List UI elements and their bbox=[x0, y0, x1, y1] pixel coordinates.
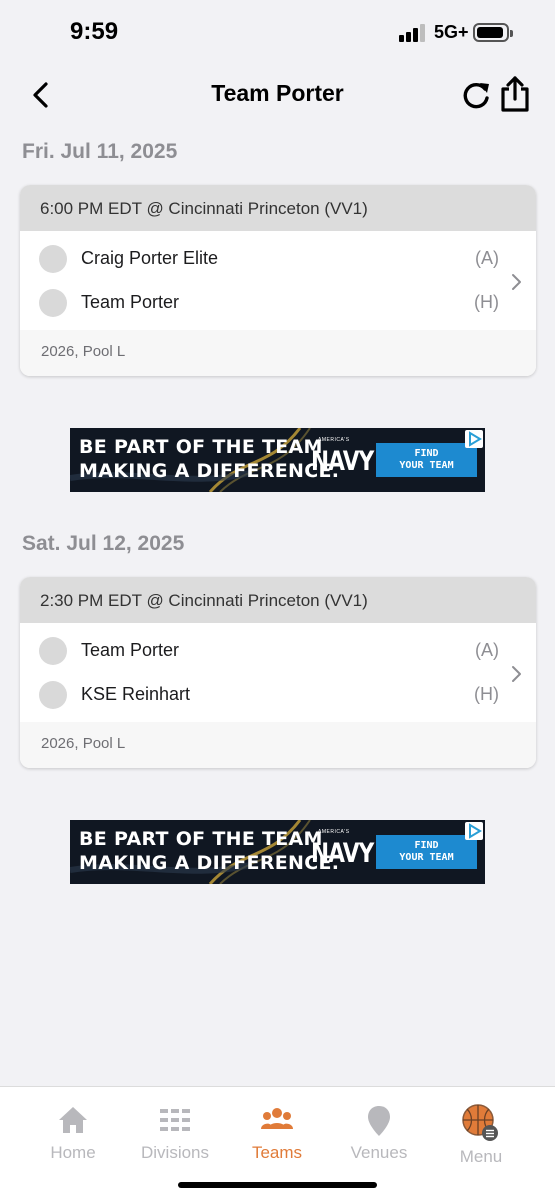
tab-venues[interactable]: Venues bbox=[329, 1105, 429, 1167]
team-logo-placeholder bbox=[39, 245, 67, 273]
status-bar: 9:59 5G+ bbox=[0, 0, 555, 66]
cellular-signal-icon bbox=[399, 24, 429, 42]
game-time-location: 2:30 PM EDT @ Cincinnati Princeton (VV1) bbox=[20, 577, 536, 623]
ad-headline-1: BE PART OF THE TEAM bbox=[79, 828, 323, 850]
game-card[interactable]: 6:00 PM EDT @ Cincinnati Princeton (VV1)… bbox=[20, 185, 536, 376]
date-header: Sat. Jul 12, 2025 bbox=[22, 532, 185, 555]
ad-brand-tagline: AMERICA'S bbox=[318, 437, 350, 443]
location-pin-icon bbox=[368, 1106, 390, 1136]
chevron-left-icon bbox=[33, 82, 48, 108]
ad-brand: NAVY bbox=[311, 838, 374, 869]
team-logo-placeholder bbox=[39, 289, 67, 317]
tab-menu[interactable]: Menu bbox=[431, 1104, 531, 1167]
status-time: 9:59 bbox=[70, 18, 119, 45]
team-logo-placeholder bbox=[39, 637, 67, 665]
ad-cta-button[interactable]: FIND YOUR TEAM bbox=[376, 835, 477, 869]
people-icon bbox=[261, 1108, 293, 1129]
team-row: Team Porter (H) bbox=[20, 275, 536, 319]
ad-choices-icon[interactable] bbox=[465, 430, 483, 448]
home-indicator bbox=[178, 1182, 377, 1188]
basketball-menu-icon bbox=[462, 1104, 498, 1141]
tab-label: Home bbox=[50, 1143, 96, 1162]
ad-headline-2: MAKING A DIFFERENCE. bbox=[79, 852, 340, 874]
ad-cta-button[interactable]: FIND YOUR TEAM bbox=[376, 443, 477, 477]
back-button[interactable] bbox=[26, 78, 60, 112]
tab-label: Teams bbox=[251, 1143, 303, 1162]
team-name: KSE Reinhart bbox=[81, 684, 191, 704]
team-side-badge: (A) bbox=[475, 248, 499, 268]
battery-icon bbox=[473, 23, 513, 42]
team-name: Team Porter bbox=[81, 640, 180, 660]
ad-banner[interactable]: BE PART OF THE TEAM MAKING A DIFFERENCE.… bbox=[70, 820, 485, 884]
team-row: Team Porter (A) bbox=[20, 623, 536, 667]
ad-cta-line-1: FIND bbox=[414, 448, 439, 459]
pool-label: 2026, Pool L bbox=[20, 722, 536, 768]
share-button[interactable] bbox=[497, 74, 533, 114]
ad-cta-line-2: YOUR TEAM bbox=[399, 852, 454, 863]
game-card[interactable]: 2:30 PM EDT @ Cincinnati Princeton (VV1)… bbox=[20, 577, 536, 768]
team-logo-placeholder bbox=[39, 681, 67, 709]
chevron-right-icon bbox=[512, 666, 521, 682]
tab-label: Menu bbox=[459, 1147, 503, 1166]
ad-headline-1: BE PART OF THE TEAM bbox=[79, 436, 323, 458]
tab-label: Venues bbox=[350, 1143, 408, 1162]
team-row: KSE Reinhart (H) bbox=[20, 667, 536, 711]
ad-headline-2: MAKING A DIFFERENCE. bbox=[79, 460, 340, 482]
ad-cta-line-2: YOUR TEAM bbox=[399, 460, 454, 471]
ad-brand: NAVY bbox=[311, 446, 374, 477]
ad-brand-tagline: AMERICA'S bbox=[318, 829, 350, 835]
home-icon bbox=[59, 1107, 87, 1133]
pool-label: 2026, Pool L bbox=[20, 330, 536, 376]
refresh-icon bbox=[463, 82, 489, 109]
chevron-right-icon bbox=[512, 274, 521, 290]
team-name: Craig Porter Elite bbox=[81, 248, 219, 268]
ad-choices-icon[interactable] bbox=[465, 822, 483, 840]
network-label: 5G+ bbox=[434, 22, 469, 42]
refresh-button[interactable] bbox=[460, 78, 494, 112]
list-icon bbox=[160, 1109, 190, 1131]
tab-divisions[interactable]: Divisions bbox=[125, 1105, 225, 1167]
nav-bar: Team Porter bbox=[0, 66, 555, 126]
team-name: Team Porter bbox=[81, 292, 180, 312]
tab-home[interactable]: Home bbox=[23, 1105, 123, 1167]
game-time-location: 6:00 PM EDT @ Cincinnati Princeton (VV1) bbox=[20, 185, 536, 231]
team-side-badge: (H) bbox=[474, 684, 499, 704]
tab-teams[interactable]: Teams bbox=[227, 1105, 327, 1167]
team-side-badge: (H) bbox=[474, 292, 499, 312]
share-icon bbox=[501, 76, 529, 112]
team-side-badge: (A) bbox=[475, 640, 499, 660]
ad-cta-line-1: FIND bbox=[414, 840, 439, 851]
date-header: Fri. Jul 11, 2025 bbox=[22, 140, 178, 163]
team-row: Craig Porter Elite (A) bbox=[20, 231, 536, 275]
tab-label: Divisions bbox=[140, 1143, 210, 1162]
ad-banner[interactable]: BE PART OF THE TEAM MAKING A DIFFERENCE.… bbox=[70, 428, 485, 492]
